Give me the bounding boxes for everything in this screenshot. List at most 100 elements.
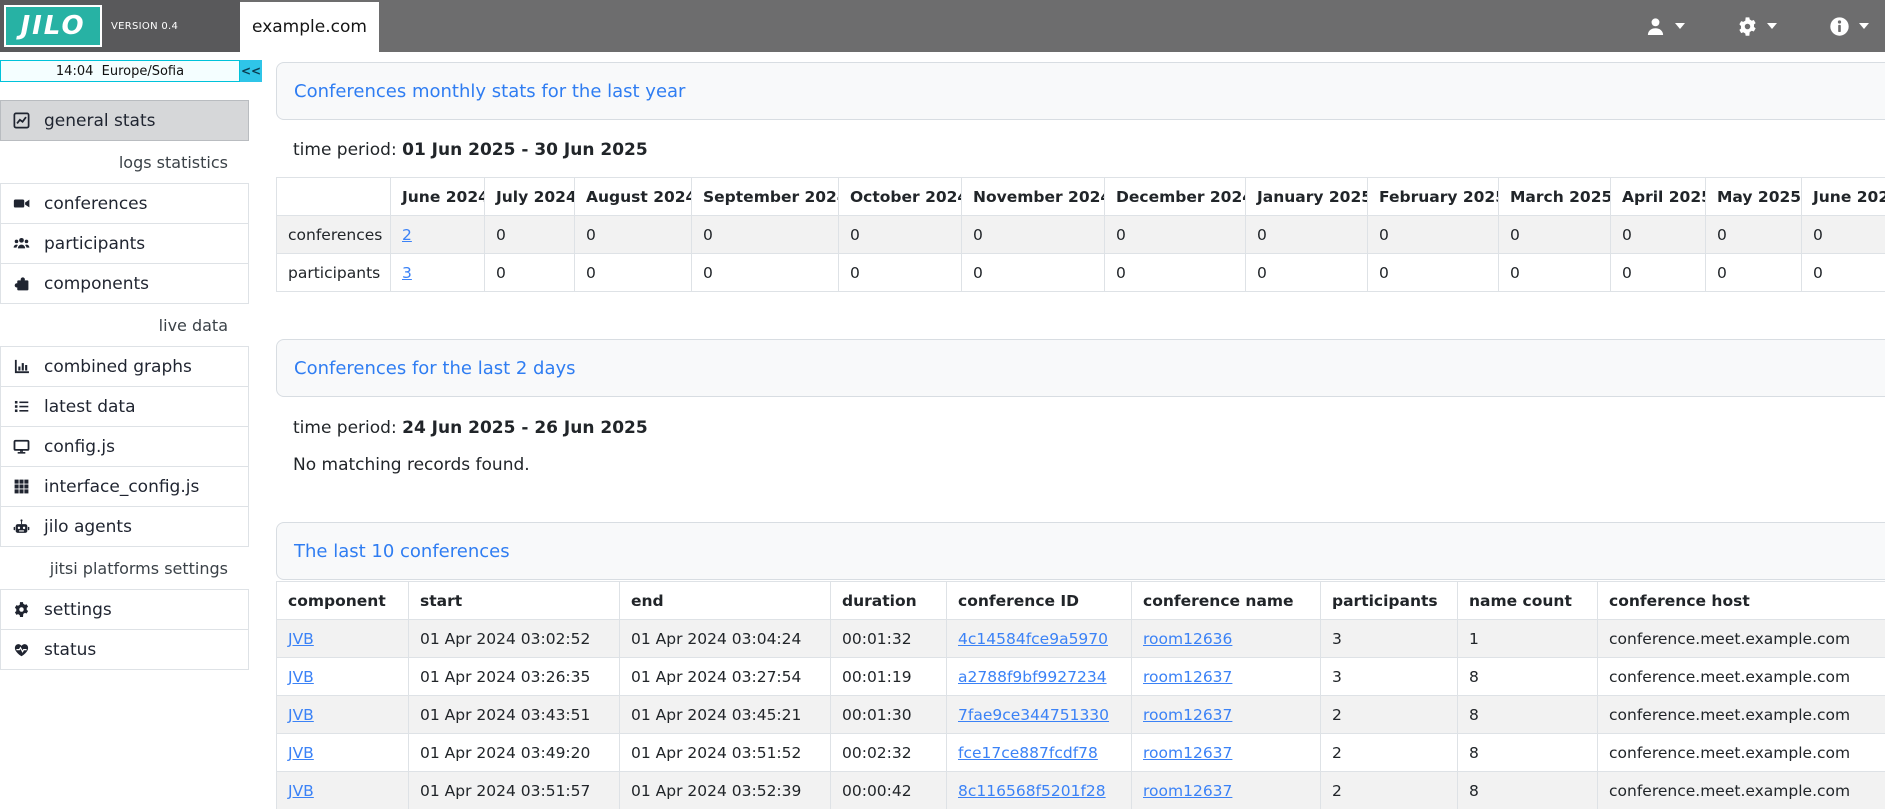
table-cell: 01 Apr 2024 03:52:39 — [620, 772, 831, 809]
table-cell: 0 — [1105, 216, 1246, 254]
column-header: June 2025 — [1802, 178, 1885, 216]
table-cell: JVB — [277, 696, 409, 734]
cell-link[interactable]: 8c116568f5201f28 — [958, 782, 1106, 800]
table-cell: 0 — [962, 254, 1105, 292]
sidebar-item-status[interactable]: status — [0, 629, 249, 670]
cell-link[interactable]: 2 — [402, 226, 412, 244]
user-menu[interactable] — [1645, 16, 1685, 37]
monthly-stats-card-header: Conferences monthly stats for the last y… — [276, 62, 1885, 120]
sidebar-item-participants[interactable]: participants — [0, 223, 249, 264]
table-cell: 2 — [1321, 734, 1458, 772]
cell-link[interactable]: 3 — [402, 264, 412, 282]
cell-link[interactable]: room12637 — [1143, 782, 1232, 800]
column-header — [277, 178, 391, 216]
sidebar-item-general-stats[interactable]: general stats — [0, 100, 249, 141]
column-header: conference host — [1598, 582, 1885, 620]
users-icon — [13, 235, 30, 252]
table-header-row: componentstartenddurationconference IDco… — [277, 582, 1885, 620]
monthly-stats-table: June 2024July 2024August 2024September 2… — [276, 177, 1885, 292]
last-conferences-card-header: The last 10 conferences — [276, 522, 1885, 580]
table-cell: 8 — [1458, 658, 1598, 696]
table-cell: 2 — [1321, 696, 1458, 734]
column-header: January 2025 — [1246, 178, 1368, 216]
sidebar-item-label: settings — [44, 600, 112, 620]
app-logo[interactable]: JILO — [4, 5, 102, 47]
table-cell: 0 — [1706, 254, 1802, 292]
table-cell: 0 — [1802, 254, 1885, 292]
column-header: start — [409, 582, 620, 620]
column-header: participants — [1321, 582, 1458, 620]
column-header: July 2024 — [485, 178, 575, 216]
cell-link[interactable]: room12637 — [1143, 706, 1232, 724]
table-cell: 01 Apr 2024 03:04:24 — [620, 620, 831, 658]
top-bar-menus — [1645, 0, 1885, 52]
cell-link[interactable]: a2788f9bf9927234 — [958, 668, 1107, 686]
sidebar-item-label: jilo agents — [44, 517, 132, 537]
recent-time-period: time period: 24 Jun 2025 - 26 Jun 2025 — [293, 418, 1885, 438]
table-cell: 1 — [1458, 620, 1598, 658]
cell-link[interactable]: room12636 — [1143, 630, 1232, 648]
table-cell: JVB — [277, 734, 409, 772]
cell-link[interactable]: 4c14584fce9a5970 — [958, 630, 1108, 648]
cell-link[interactable]: room12637 — [1143, 744, 1232, 762]
sidebar-item-settings[interactable]: settings — [0, 589, 249, 630]
table-cell: 3 — [391, 254, 485, 292]
sidebar-item-label: config.js — [44, 437, 115, 457]
sidebar-item-label: conferences — [44, 194, 147, 214]
cell-link[interactable]: JVB — [288, 782, 314, 800]
monthly-stats-title-link[interactable]: Conferences monthly stats for the last y… — [294, 81, 685, 102]
sidebar-item-latest-data[interactable]: latest data — [0, 386, 249, 427]
gear-icon — [1737, 16, 1758, 37]
table-cell: 0 — [485, 216, 575, 254]
info-menu[interactable] — [1829, 16, 1869, 37]
cell-link[interactable]: JVB — [288, 668, 314, 686]
table-cell: 0 — [962, 216, 1105, 254]
recent-conferences-title-link[interactable]: Conferences for the last 2 days — [294, 358, 576, 379]
table-cell: 00:01:32 — [831, 620, 947, 658]
table-cell: room12637 — [1132, 658, 1321, 696]
table-cell: 0 — [1246, 216, 1368, 254]
platform-tab[interactable]: example.com — [240, 2, 379, 52]
sidebar-item-config-js[interactable]: config.js — [0, 426, 249, 467]
column-header: November 2024 — [962, 178, 1105, 216]
last-conferences-title-link[interactable]: The last 10 conferences — [294, 541, 510, 562]
chart-line-icon — [13, 112, 30, 129]
cell-link[interactable]: JVB — [288, 744, 314, 762]
settings-menu[interactable] — [1737, 16, 1777, 37]
last-conferences-table: componentstartenddurationconference IDco… — [276, 581, 1885, 809]
sidebar-item-interface-config-js[interactable]: interface_config.js — [0, 466, 249, 507]
sidebar-section-logs-statistics: logs statistics — [0, 141, 249, 184]
table-cell: 0 — [1611, 216, 1706, 254]
table-cell: room12637 — [1132, 772, 1321, 809]
sidebar-item-components[interactable]: components — [0, 263, 249, 304]
column-header: May 2025 — [1706, 178, 1802, 216]
column-header: April 2025 — [1611, 178, 1706, 216]
table-cell: 01 Apr 2024 03:43:51 — [409, 696, 620, 734]
table-cell: conference.meet.example.com — [1598, 620, 1885, 658]
sidebar-item-conferences[interactable]: conferences — [0, 183, 249, 224]
sidebar-item-combined-graphs[interactable]: combined graphs — [0, 346, 249, 387]
cell-link[interactable]: 7fae9ce344751330 — [958, 706, 1109, 724]
cell-link[interactable]: fce17ce887fcdf78 — [958, 744, 1098, 762]
table-cell: 8 — [1458, 734, 1598, 772]
main-content: Conferences monthly stats for the last y… — [262, 52, 1885, 809]
table-cell: 0 — [1105, 254, 1246, 292]
table-cell: JVB — [277, 772, 409, 809]
top-bar-brand-area: JILO VERSION 0.4 — [0, 0, 240, 52]
cell-link[interactable]: room12637 — [1143, 668, 1232, 686]
cell-link[interactable]: JVB — [288, 630, 314, 648]
time-period-value: 01 Jun 2025 - 30 Jun 2025 — [402, 140, 648, 160]
no-records-message: No matching records found. — [293, 455, 1885, 475]
sidebar-item-jilo-agents[interactable]: jilo agents — [0, 506, 249, 547]
table-cell: 01 Apr 2024 03:27:54 — [620, 658, 831, 696]
table-cell: 3 — [1321, 620, 1458, 658]
sidebar-item-label: participants — [44, 234, 145, 254]
sidebar-collapse-button[interactable]: << — [240, 60, 262, 82]
column-header: end — [620, 582, 831, 620]
puzzle-piece-icon — [13, 275, 30, 292]
column-header: August 2024 — [575, 178, 692, 216]
user-icon — [1645, 16, 1666, 37]
cell-link[interactable]: JVB — [288, 706, 314, 724]
chevron-down-icon — [1675, 23, 1685, 29]
table-cell: 0 — [692, 216, 839, 254]
